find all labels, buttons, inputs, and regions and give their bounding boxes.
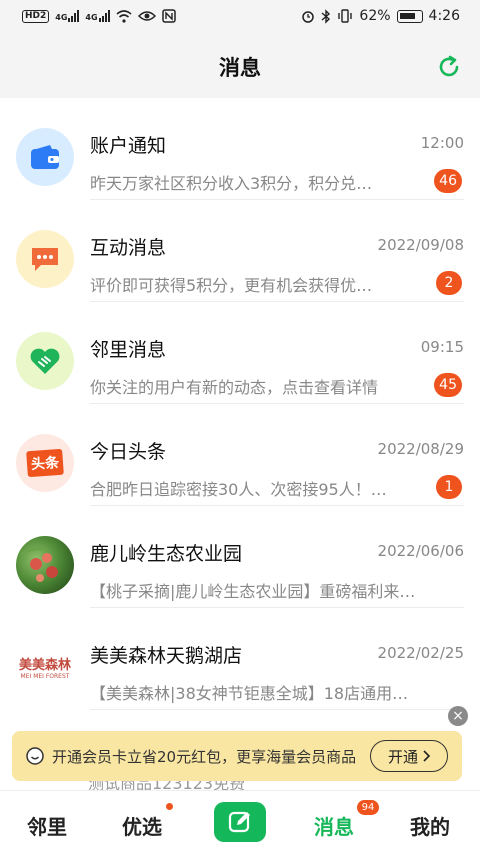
compose-button[interactable] [214,802,266,842]
message-preview: 你关注的用户有新的动态，点击查看详情 [90,378,379,397]
messages-count-badge: 94 [357,800,379,815]
open-membership-button[interactable]: 开通 [370,740,448,772]
message-preview: 【美美森林|38女神节钜惠全城】18店通用！… [90,684,420,703]
membership-banner[interactable]: 开通会员卡立省20元红包，更享海量会员商品 开通 [12,731,462,781]
message-time: 12:00 [420,134,464,152]
tab-mine[interactable]: 我的 [410,811,450,840]
eye-icon [137,11,156,21]
edit-icon [228,811,250,833]
battery-percent: 62% [359,8,391,24]
hd-indicator: HD2 [22,9,50,23]
message-title: 今日头条 [90,441,167,463]
vibrate-icon [338,9,353,23]
unread-badge: 46 [434,169,462,193]
alarm-icon [302,11,315,23]
peach-photo-icon [16,536,74,594]
message-item-interaction[interactable]: 互动消息 2022/09/08 评价即可获得5积分，更有机会获得优… 2 [0,200,480,302]
header: 消息 [0,34,480,98]
message-time: 2022/09/08 [377,236,464,254]
bluetooth-icon [321,8,331,24]
unread-badge: 45 [434,373,462,397]
page-title: 消息 [219,56,261,80]
battery-icon [396,9,423,23]
message-list: 账户通知 12:00 昨天万家社区积分收入3积分，积分兑… 46 互动消息 20… [0,98,480,710]
message-title: 美美森林天鹅湖店 [90,645,243,667]
message-item-luerling[interactable]: 鹿儿岭生态农业园 2022/06/06 【桃子采摘|鹿儿岭生态农业园】重磅福利来… [0,506,480,608]
message-preview: 昨天万家社区积分收入3积分，积分兑… [90,174,373,193]
message-preview: 合肥昨日追踪密接30人、次密接95人！… [90,480,387,499]
tab-messages[interactable]: 消息 [314,811,354,840]
message-time: 09:15 [420,338,464,356]
tab-dot-indicator [166,803,173,810]
tab-selected[interactable]: 优选 [122,811,162,840]
unread-badge: 1 [436,475,462,499]
smile-coin-icon [26,747,44,765]
message-title: 鹿儿岭生态农业园 [90,543,243,565]
message-item-toutiao[interactable]: 头条 今日头条 2022/08/29 合肥昨日追踪密接30人、次密接95人！… … [0,404,480,506]
message-title: 互动消息 [90,237,167,259]
message-preview: 评价即可获得5积分，更有机会获得优… [90,276,373,295]
open-button-label: 开通 [387,748,418,766]
close-banner-button[interactable]: × [448,706,468,726]
message-time: 2022/08/29 [377,440,464,458]
signal-icon-1: 4G [55,10,80,22]
message-item-neighbor[interactable]: 邻里消息 09:15 你关注的用户有新的动态，点击查看详情 45 [0,302,480,404]
unread-badge: 2 [436,271,462,295]
clock: 4:26 [428,8,460,24]
message-item-account[interactable]: 账户通知 12:00 昨天万家社区积分收入3积分，积分兑… 46 [0,98,480,200]
message-time: 2022/06/06 [377,542,464,560]
message-item-meimei[interactable]: 美美森林 MEI MEI FOREST 美美森林天鹅湖店 2022/02/25 … [0,608,480,710]
chat-bubble-icon [16,230,74,288]
bottom-tab-bar: 邻里 优选 消息 94 我的 [0,790,480,853]
divider [90,709,464,710]
refresh-icon[interactable] [436,54,462,80]
meimei-forest-logo-icon: 美美森林 MEI MEI FOREST [16,638,74,696]
wallet-icon [16,128,74,186]
chevron-right-icon [423,750,430,762]
message-title: 账户通知 [90,135,167,157]
message-title: 邻里消息 [90,339,167,361]
heart-handshake-icon [16,332,74,390]
signal-icon-2: 4G [85,10,110,22]
wifi-icon [116,9,132,23]
banner-text: 开通会员卡立省20元红包，更享海量会员商品 [52,748,357,766]
tab-neighbor[interactable]: 邻里 [27,811,67,840]
nfc-icon [161,9,176,23]
status-bar: HD2 4G 4G 62% 4:26 [0,0,480,34]
toutiao-logo-icon: 头条 [16,434,74,492]
message-time: 2022/02/25 [377,644,464,662]
message-preview: 【桃子采摘|鹿儿岭生态农业园】重磅福利来… [90,582,416,601]
